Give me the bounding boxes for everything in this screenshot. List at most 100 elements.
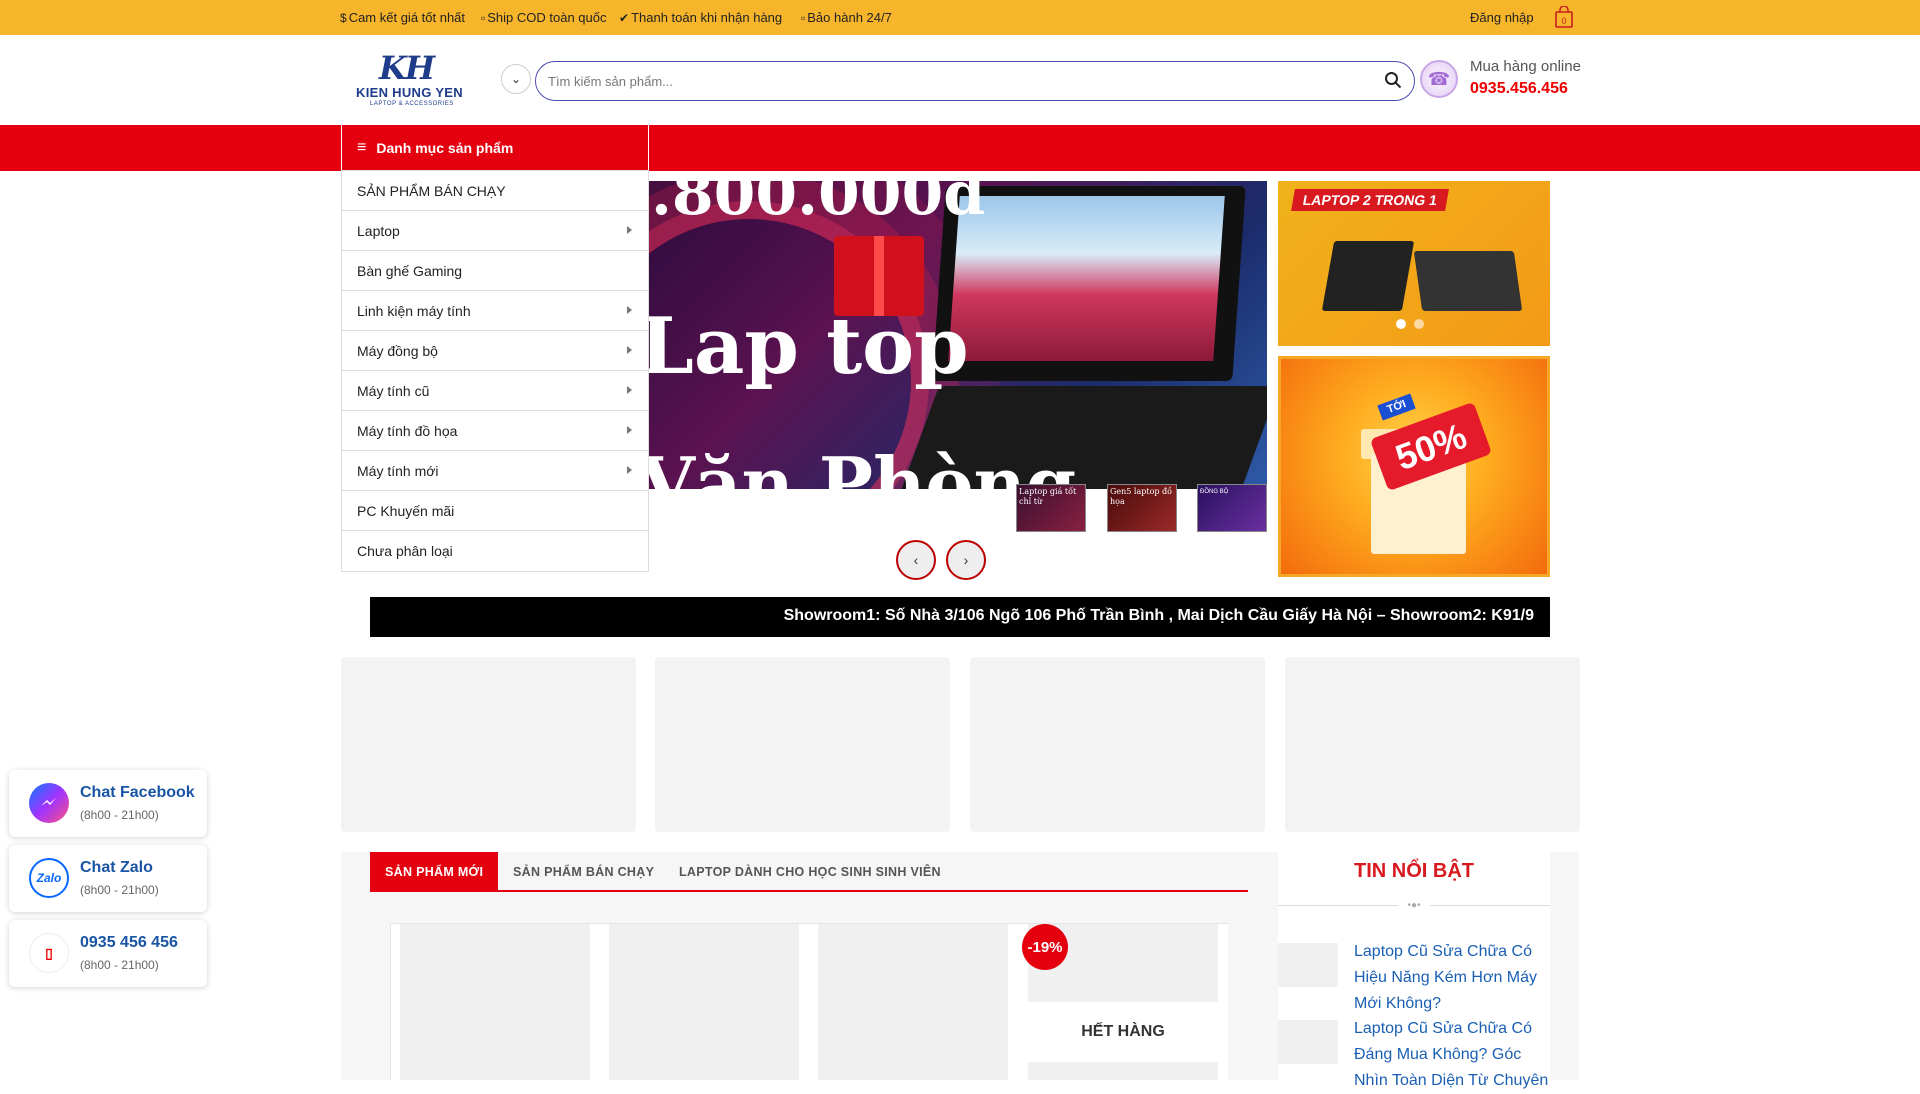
sale-badge: -19% bbox=[1022, 924, 1068, 970]
chat-hours: (8h00 - 21h00) bbox=[80, 958, 159, 972]
topbar-label: Thanh toán khi nhận hàng bbox=[631, 10, 783, 25]
tablet-image bbox=[1321, 241, 1415, 311]
category-item-graphics-pc[interactable]: Máy tính đồ họa bbox=[342, 411, 648, 451]
chevron-right-icon: › bbox=[963, 552, 969, 568]
hotline-number[interactable]: 0935.456.456 bbox=[1470, 80, 1568, 98]
out-of-stock-label: HẾT HÀNG bbox=[1028, 1002, 1218, 1062]
shield-icon: ▫ bbox=[801, 11, 806, 25]
thumbnail-caption: Laptop giá tốt chỉ từ bbox=[1019, 487, 1077, 506]
logo-name: KIEN HUNG YEN bbox=[356, 85, 463, 100]
news-link[interactable]: Laptop Cũ Sửa Chữa Có Hiệu Năng Kém Hơn … bbox=[1354, 939, 1550, 1017]
category-label: Chưa phân loại bbox=[357, 543, 453, 559]
caret-right-icon bbox=[627, 226, 632, 234]
login-link[interactable]: Đăng nhập bbox=[1470, 10, 1534, 25]
product-card[interactable] bbox=[818, 924, 1008, 1080]
zalo-icon: Zalo bbox=[29, 858, 69, 898]
news-thumbnail[interactable] bbox=[1278, 1020, 1338, 1064]
product-tabs: SẢN PHẨM MỚI SẢN PHẨM BÁN CHẠY LAPTOP DÀ… bbox=[370, 852, 1248, 892]
featured-news: TIN NỔI BẬT •●• Laptop Cũ Sửa Chữa Có Hi… bbox=[1278, 852, 1550, 1089]
topbar-item-payment: ✔ Thanh toán khi nhận hàng bbox=[619, 10, 782, 25]
category-label: Bàn ghế Gaming bbox=[357, 262, 463, 279]
topbar-item-best-price: $ Cam kết giá tốt nhất bbox=[340, 10, 465, 25]
search-category-dropdown[interactable]: ⌄ bbox=[501, 64, 531, 94]
news-link[interactable]: Laptop Cũ Sửa Chữa Có Đáng Mua Không? Gó… bbox=[1354, 1016, 1550, 1094]
news-thumbnail[interactable] bbox=[1278, 943, 1338, 987]
thumbnail-caption: ĐỒNG BỘ bbox=[1200, 489, 1229, 495]
topbar-label: Bảo hành 24/7 bbox=[807, 10, 892, 25]
site-logo[interactable]: KH KIEN HUNG YEN LAPTOP & ACCESSORIES bbox=[352, 49, 463, 109]
chat-zalo-button[interactable]: Zalo Chat Zalo (8h00 - 21h00) bbox=[9, 845, 207, 912]
category-menu: SẢN PHẨM BÁN CHẠY Laptop Bàn ghế Gaming … bbox=[341, 170, 649, 572]
caret-right-icon bbox=[627, 466, 632, 474]
banner-heading: Lap top bbox=[649, 301, 969, 392]
category-item-uncategorized[interactable]: Chưa phân loại bbox=[342, 531, 648, 571]
main-banner-slide[interactable]: .800.000đ Lap top Văn Phòng bbox=[649, 181, 1267, 489]
product-card[interactable] bbox=[609, 924, 799, 1080]
sale-prefix: TỚI bbox=[1377, 393, 1416, 421]
hotline-label: Mua hàng online bbox=[1470, 58, 1581, 75]
logo-tagline: LAPTOP & ACCESSORIES bbox=[370, 101, 454, 107]
news-title: TIN NỔI BẬT bbox=[1354, 860, 1474, 882]
tab-best-sellers[interactable]: SẢN PHẨM BÁN CHẠY bbox=[498, 852, 669, 892]
topbar-label: Ship COD toàn quốc bbox=[487, 10, 607, 25]
chat-title: Chat Facebook bbox=[80, 784, 195, 801]
category-item-pc-promo[interactable]: PC Khuyến mãi bbox=[342, 491, 648, 531]
messenger-icon bbox=[29, 783, 69, 823]
slider-next-button[interactable]: › bbox=[946, 540, 986, 580]
truck-icon: ▫ bbox=[481, 11, 486, 25]
promo-tag: LAPTOP 2 TRONG 1 bbox=[1291, 189, 1450, 211]
promo-banner-2in1[interactable]: LAPTOP 2 TRONG 1 bbox=[1278, 181, 1550, 346]
marquee-text: Showroom1: Số Nhà 3/106 Ngõ 106 Phố Trần… bbox=[783, 607, 1534, 624]
caret-right-icon bbox=[627, 386, 632, 394]
search-input[interactable] bbox=[548, 72, 1368, 90]
category-menu-toggle[interactable]: ≡ Danh mục sản phẩm bbox=[341, 125, 649, 171]
feature-card-placeholder[interactable] bbox=[655, 657, 950, 832]
caret-right-icon bbox=[627, 426, 632, 434]
category-item-gaming-chair[interactable]: Bàn ghế Gaming bbox=[342, 251, 648, 291]
category-label: SẢN PHẨM BÁN CHẠY bbox=[357, 182, 506, 199]
chevron-left-icon: ‹ bbox=[913, 552, 919, 568]
category-item-used-pc[interactable]: Máy tính cũ bbox=[342, 371, 648, 411]
support-icon: ☎ bbox=[1420, 60, 1458, 98]
tablet-keyboard-image bbox=[1413, 251, 1523, 311]
cart-icon[interactable]: 0 bbox=[1555, 5, 1573, 28]
category-item-laptop[interactable]: Laptop bbox=[342, 211, 648, 251]
cart-count: 0 bbox=[1561, 16, 1567, 26]
chat-title: 0935 456 456 bbox=[80, 934, 178, 951]
messenger-glyph bbox=[41, 798, 56, 806]
tab-student-laptops[interactable]: LAPTOP DÀNH CHO HỌC SINH SINH VIÊN bbox=[664, 852, 956, 892]
thumbnail-caption: Gen5 laptop đồ họa bbox=[1110, 487, 1173, 506]
slider-dot-active[interactable] bbox=[1396, 319, 1406, 329]
topbar-item-ship-cod: ▫ Ship COD toàn quốc bbox=[481, 10, 607, 25]
category-label: Linh kiện máy tính bbox=[357, 302, 471, 319]
promo-banner-sale[interactable]: 50% TỚI bbox=[1278, 356, 1550, 577]
feature-card-placeholder[interactable] bbox=[341, 657, 636, 832]
caret-right-icon bbox=[627, 346, 632, 354]
slider-dots bbox=[1396, 316, 1432, 334]
chat-facebook-button[interactable]: Chat Facebook (8h00 - 21h00) bbox=[9, 770, 207, 837]
slider-dot[interactable] bbox=[1414, 319, 1424, 329]
logo-mark: KH bbox=[379, 49, 435, 87]
chat-hours: (8h00 - 21h00) bbox=[80, 808, 159, 822]
search-icon[interactable] bbox=[1384, 71, 1402, 89]
product-card[interactable] bbox=[400, 924, 590, 1080]
slide-thumbnail-1[interactable]: Laptop giá tốt chỉ từ bbox=[1016, 484, 1086, 532]
tab-new-products[interactable]: SẢN PHẨM MỚI bbox=[370, 852, 499, 892]
category-item-new-pc[interactable]: Máy tính mới bbox=[342, 451, 648, 491]
category-label: Máy tính mới bbox=[357, 462, 439, 479]
banner-subheading: Văn Phòng bbox=[649, 441, 1077, 489]
feature-card-placeholder[interactable] bbox=[970, 657, 1265, 832]
feature-card-placeholder[interactable] bbox=[1285, 657, 1580, 832]
menu-icon: ≡ bbox=[357, 139, 367, 156]
top-bar: $ Cam kết giá tốt nhất ▫ Ship COD toàn quố… bbox=[0, 0, 1920, 35]
slide-thumbnail-2[interactable]: Gen5 laptop đồ họa bbox=[1107, 484, 1177, 532]
slide-thumbnail-3[interactable]: ĐỒNG BỘ bbox=[1197, 484, 1267, 532]
category-item-desktop[interactable]: Máy đồng bộ bbox=[342, 331, 648, 371]
topbar-label: Cam kết giá tốt nhất bbox=[348, 10, 466, 25]
slider-prev-button[interactable]: ‹ bbox=[896, 540, 936, 580]
category-item-components[interactable]: Linh kiện máy tính bbox=[342, 291, 648, 331]
search-box[interactable] bbox=[535, 61, 1415, 101]
call-hotline-button[interactable]: ▯ 0935 456 456 (8h00 - 21h00) bbox=[9, 920, 207, 987]
category-item-best-sellers[interactable]: SẢN PHẨM BÁN CHẠY bbox=[342, 171, 648, 211]
topbar-item-warranty: ▫ Bảo hành 24/7 bbox=[801, 10, 892, 25]
